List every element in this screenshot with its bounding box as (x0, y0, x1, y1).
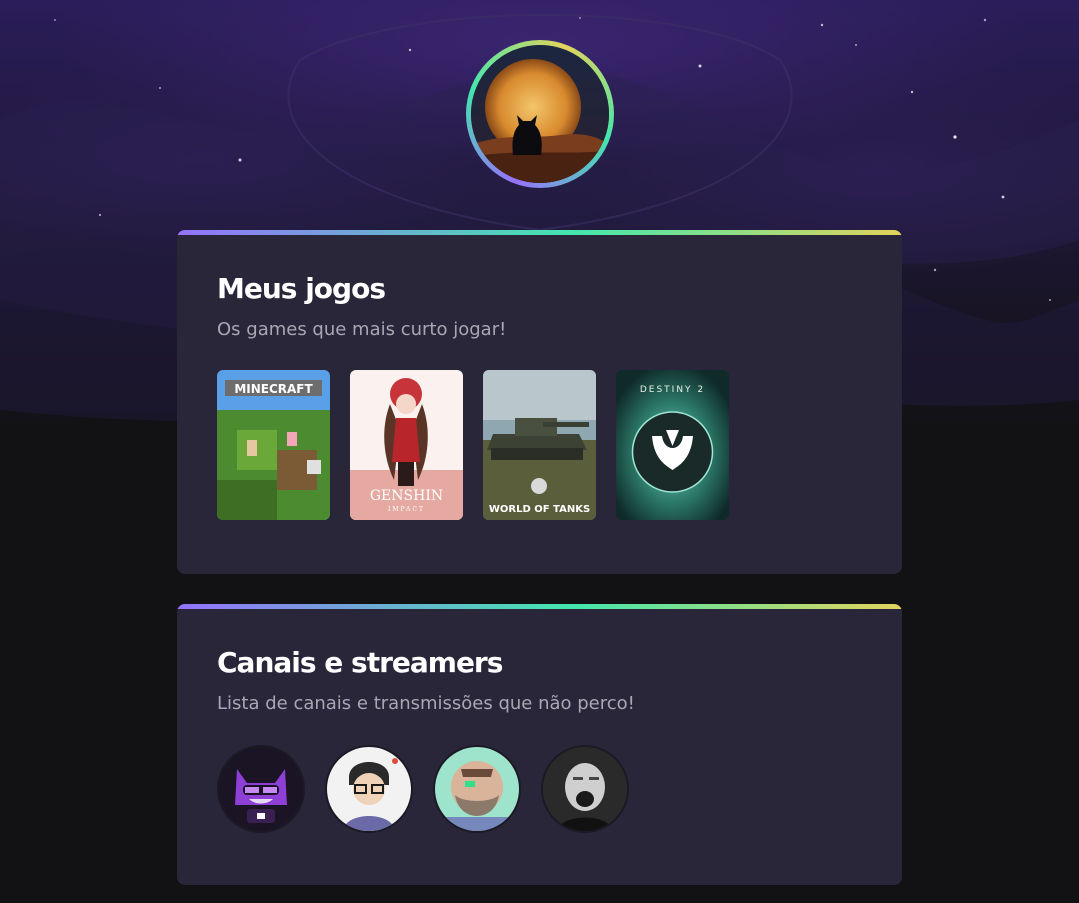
shouting-man-streamer-avatar-icon (543, 747, 627, 831)
streamers-section-subtitle: Lista de canais e transmissões que não p… (217, 693, 635, 714)
games-section-title: Meus jogos (217, 272, 386, 305)
minecraft-cover-icon: MINECRAFT (217, 370, 330, 520)
streamer-1[interactable] (217, 745, 305, 833)
svg-text:GENSHIN: GENSHIN (370, 488, 443, 504)
genshin-impact-cover-icon: GENSHIN IMPACT (350, 370, 463, 520)
svg-text:DESTINY 2: DESTINY 2 (640, 385, 705, 395)
svg-text:IMPACT: IMPACT (388, 506, 425, 513)
profile-avatar (466, 40, 614, 188)
streamers-section-title: Canais e streamers (217, 646, 503, 679)
games-card: Meus jogos Os games que mais curto jogar… (177, 230, 902, 574)
game-destiny-2[interactable]: DESTINY 2 (616, 370, 729, 520)
bearded-viking-streamer-avatar-icon (435, 747, 519, 831)
streamer-3[interactable] (433, 745, 521, 833)
glasses-boy-streamer-avatar-icon (327, 747, 411, 831)
purple-cat-streamer-avatar-icon (219, 747, 303, 831)
destiny-2-cover-icon: DESTINY 2 (616, 370, 729, 520)
streamers-card: Canais e streamers Lista de canais e tra… (177, 604, 902, 885)
streamer-4[interactable] (541, 745, 629, 833)
svg-text:MINECRAFT: MINECRAFT (234, 382, 313, 396)
games-section-subtitle: Os games que mais curto jogar! (217, 319, 507, 340)
streamer-2[interactable] (325, 745, 413, 833)
cat-silhouette-moon-avatar-icon (471, 45, 609, 183)
game-minecraft[interactable]: MINECRAFT (217, 370, 330, 520)
svg-text:WORLD OF TANKS: WORLD OF TANKS (489, 504, 590, 515)
games-list: MINECRAFT GENSHIN IMPACT WORLD OF TANKS … (217, 370, 729, 520)
world-of-tanks-cover-icon: WORLD OF TANKS (483, 370, 596, 520)
game-world-of-tanks[interactable]: WORLD OF TANKS (483, 370, 596, 520)
streamers-list (217, 745, 629, 833)
game-genshin-impact[interactable]: GENSHIN IMPACT (350, 370, 463, 520)
